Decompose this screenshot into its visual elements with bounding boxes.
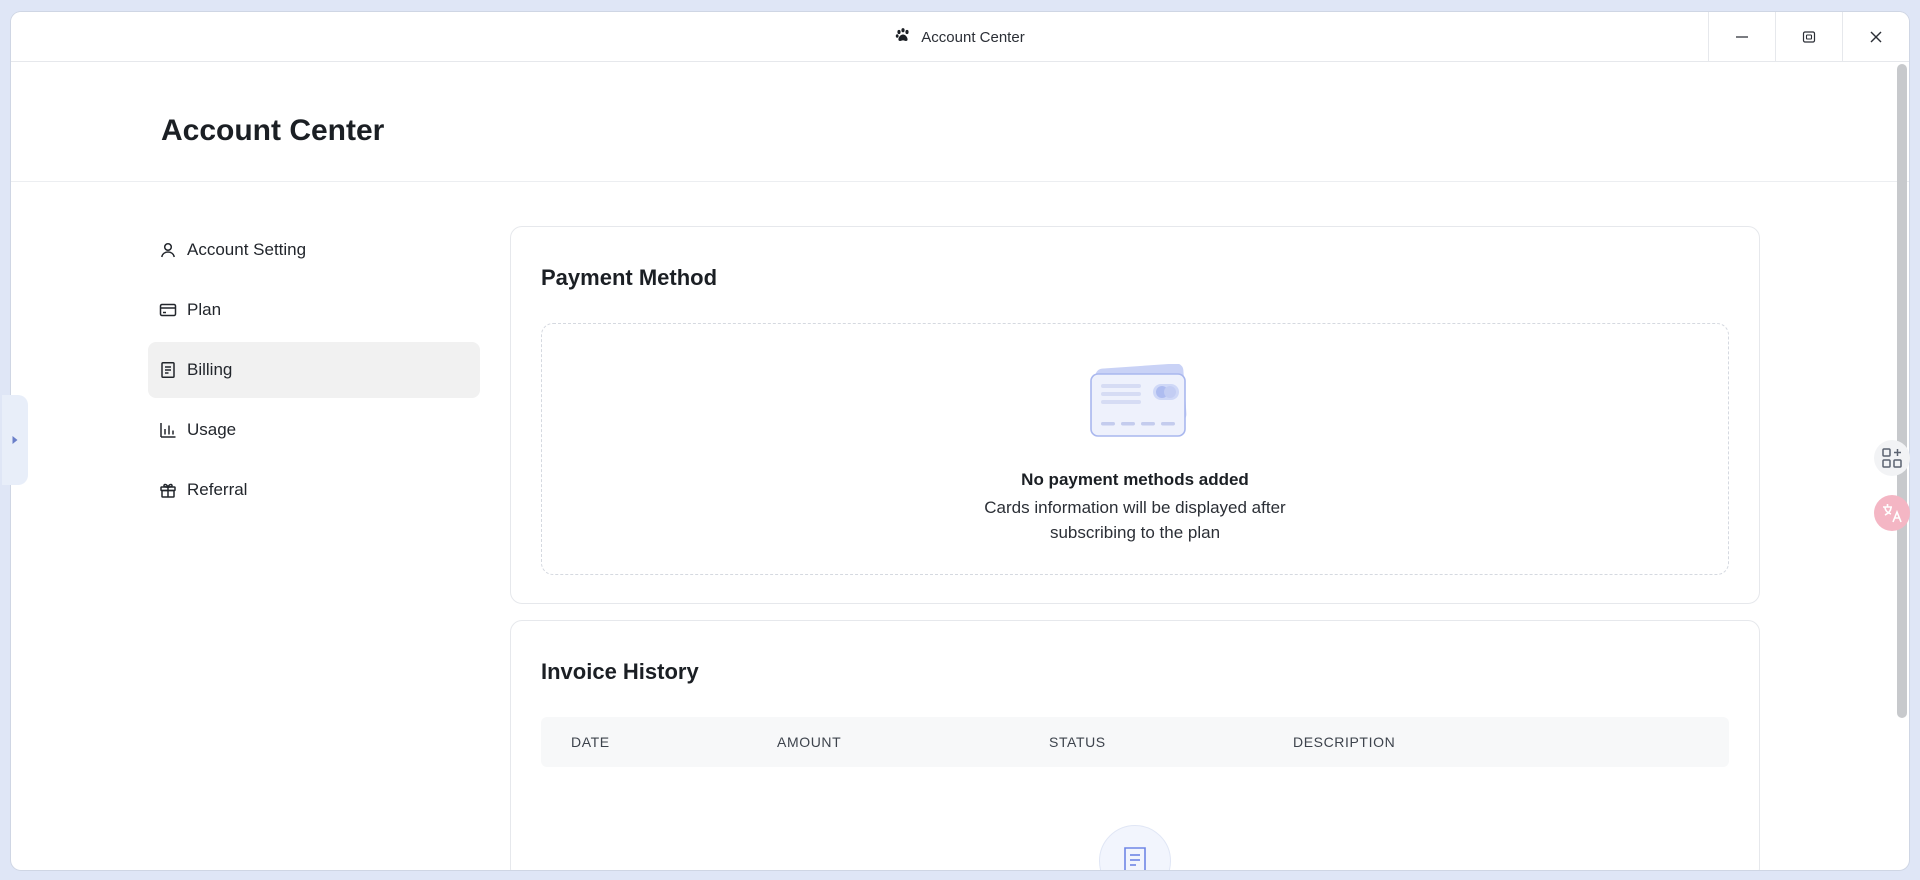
credit-card-icon <box>159 303 177 317</box>
sidebar-item-plan[interactable]: Plan <box>148 282 480 338</box>
gift-icon <box>160 483 176 498</box>
payment-method-title: Payment Method <box>541 265 718 290</box>
restore-button[interactable] <box>1775 12 1842 62</box>
title-bar: Account Center <box>11 12 1909 62</box>
page-title: Account Center <box>161 114 385 147</box>
translate-widget-button[interactable] <box>1874 495 1910 531</box>
empty-state-title: No payment methods added <box>1021 470 1249 489</box>
paw-logo-icon <box>895 27 911 47</box>
invoice-history-title: Invoice History <box>541 659 699 684</box>
sidebar-item-usage[interactable]: Usage <box>148 402 480 458</box>
apps-widget-button[interactable] <box>1874 440 1910 476</box>
column-header-date: DATE <box>571 734 610 750</box>
apps-add-icon <box>1882 448 1902 468</box>
sidebar-nav: Account Setting Plan Billing Usage Refer… <box>148 222 480 522</box>
minimize-icon <box>1736 36 1748 38</box>
close-button[interactable] <box>1842 12 1909 62</box>
window-title-area: Account Center <box>11 12 1909 62</box>
empty-state-description-line: subscribing to the plan <box>1049 523 1221 542</box>
sidebar-item-label: Plan <box>187 300 222 319</box>
column-header-amount: AMOUNT <box>777 734 842 750</box>
sidebar-item-label: Billing <box>187 360 233 379</box>
sidebar-item-referral[interactable]: Referral <box>148 462 480 518</box>
invoice-empty-illustration <box>1099 825 1171 870</box>
window-title: Account Center <box>921 28 1025 46</box>
user-icon <box>161 242 175 258</box>
sidebar-expand-handle[interactable] <box>2 395 28 485</box>
credit-card-illustration-icon <box>1087 363 1189 445</box>
sidebar-item-label: Account Setting <box>187 240 307 259</box>
minimize-button[interactable] <box>1708 12 1775 62</box>
bar-chart-icon <box>160 423 176 438</box>
page-header: Account Center <box>11 62 1909 182</box>
translate-icon <box>1883 504 1902 523</box>
caret-right-icon <box>12 436 18 444</box>
empty-state-description: Cards information will be displayed afte… <box>542 495 1728 545</box>
column-header-description: DESCRIPTION <box>1293 734 1396 750</box>
column-header-status: STATUS <box>1049 734 1106 750</box>
invoice-table-header: DATE AMOUNT STATUS DESCRIPTION <box>541 717 1729 767</box>
vertical-scrollbar[interactable] <box>1897 64 1907 718</box>
app-window: Account Center Account Center Account Se… <box>11 12 1909 870</box>
window-controls <box>1708 12 1909 62</box>
sidebar-item-billing[interactable]: Billing <box>148 342 480 398</box>
sidebar-item-label: Referral <box>187 480 248 499</box>
sidebar-item-account-setting[interactable]: Account Setting <box>148 222 480 278</box>
receipt-icon <box>161 362 175 378</box>
invoice-history-card: Invoice History DATE AMOUNT STATUS DESCR… <box>510 620 1760 870</box>
close-icon <box>1870 31 1882 43</box>
sidebar-item-label: Usage <box>187 420 237 439</box>
payment-empty-state: No payment methods added Cards informati… <box>541 323 1729 575</box>
empty-state-description-line: Cards information will be displayed afte… <box>984 498 1286 517</box>
payment-method-card: Payment Method No payment methods added … <box>510 226 1760 604</box>
restore-icon <box>1802 31 1816 43</box>
receipt-icon <box>1124 847 1146 870</box>
